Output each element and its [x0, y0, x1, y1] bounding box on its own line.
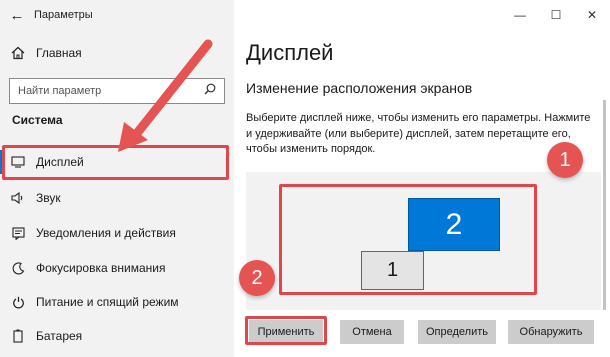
badge-2: 2	[239, 260, 275, 296]
annotation-arrow	[118, 39, 213, 152]
settings-window: ← Параметры Главная Найти параметр Систе…	[0, 0, 610, 357]
badge-1: 1	[547, 142, 583, 178]
arrow-shaft	[129, 39, 213, 142]
